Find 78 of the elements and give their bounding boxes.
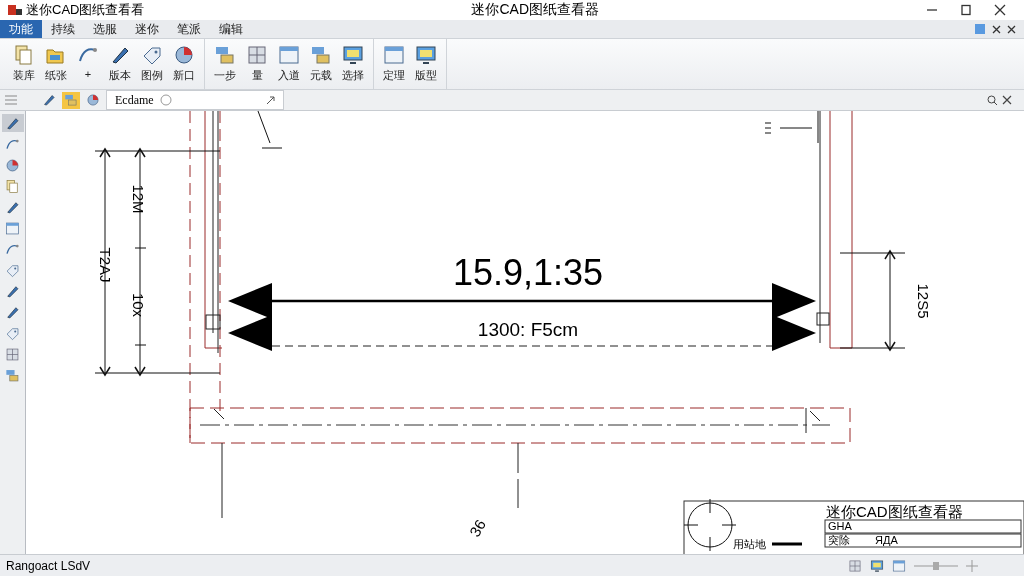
menu-tab[interactable]: 持续 [42, 20, 84, 38]
ribbon-button[interactable]: 图例 [138, 41, 166, 87]
document-icon [13, 44, 35, 66]
menu-tab[interactable]: 编辑 [210, 20, 252, 38]
tag-icon [141, 44, 163, 66]
ribbon-button[interactable]: 一步 [211, 41, 239, 87]
window-icon [383, 44, 405, 66]
pencil-icon [5, 115, 20, 131]
dimension-text: 15.9,1:35 [452, 252, 604, 293]
zoom-slider-icon[interactable] [914, 560, 958, 571]
close-icon[interactable] [1002, 95, 1012, 105]
grid-icon [848, 558, 862, 573]
ribbon-button[interactable]: 版本 [106, 41, 134, 87]
dimension-text: 10x [130, 292, 147, 318]
window-icon [5, 220, 20, 236]
title-block-title: 迷你CAD图纸查看器 [826, 503, 963, 520]
tag-icon [5, 262, 20, 278]
monitor-icon [342, 44, 364, 66]
menu-tab[interactable]: 功能 [0, 20, 42, 38]
monitor-icon [415, 44, 437, 66]
layers-icon [214, 44, 236, 66]
close-icon[interactable] [1007, 24, 1016, 34]
maximize-icon[interactable] [960, 4, 972, 16]
document-icon [5, 178, 20, 194]
menu-tab[interactable]: 迷你 [126, 20, 168, 38]
window-icon [278, 44, 300, 66]
tool-button[interactable] [84, 91, 102, 109]
monitor-icon [870, 558, 884, 573]
tool-button[interactable] [1, 114, 24, 132]
window-title: 迷你CAD图纸查看看 [26, 1, 145, 19]
window-icon[interactable] [974, 23, 986, 35]
status-text: Rangoact LSdV [6, 558, 91, 573]
circle-icon [159, 94, 172, 106]
disc-icon [5, 157, 20, 173]
ribbon-button[interactable]: 元载 [307, 41, 335, 87]
app-logo-icon [8, 3, 22, 17]
ribbon-button[interactable]: 量 [243, 41, 271, 87]
scale-bar [772, 542, 802, 546]
close-icon[interactable] [994, 4, 1006, 16]
ribbon-button[interactable]: + [74, 41, 102, 87]
ribbon-button[interactable]: 新口 [170, 41, 198, 87]
window-title: 迷你CAD图纸查看器 [471, 1, 599, 19]
dimension-text: 1300: F5cm [477, 319, 579, 340]
cell-label: GHA [828, 520, 852, 532]
ribbon-button[interactable]: 选择 [339, 41, 367, 87]
pencil-icon [5, 283, 20, 299]
layers-icon [310, 44, 332, 66]
pencil-icon [42, 93, 56, 107]
pencil-icon [5, 304, 20, 320]
grid-icon [5, 346, 20, 362]
note-text: 36 [465, 516, 489, 540]
disc-icon [86, 93, 100, 107]
pin-icon[interactable] [266, 95, 275, 105]
grid-icon [246, 44, 268, 66]
menu-tab[interactable]: 笔派 [168, 20, 210, 38]
center-line [517, 442, 519, 509]
pencil-icon [5, 199, 20, 215]
scale-label: 用站地 [733, 538, 766, 550]
ribbon-button[interactable]: 版型 [412, 41, 440, 87]
disc-icon [173, 44, 195, 66]
cell-value: ЯДА [875, 534, 898, 546]
search-icon[interactable] [987, 94, 998, 106]
tool-button[interactable] [62, 91, 80, 109]
layers-icon [64, 93, 78, 107]
tag-icon [5, 325, 20, 341]
ribbon-button[interactable]: 纸张 [42, 41, 70, 87]
ribbon-button[interactable]: 入道 [275, 41, 303, 87]
ribbon-button[interactable]: 定理 [380, 41, 408, 87]
dimension-text: T2AJ [97, 247, 114, 283]
ribbon-button[interactable]: 装库 [10, 41, 38, 87]
window-icon [892, 558, 906, 573]
close-icon[interactable] [992, 24, 1001, 34]
layers-icon [5, 367, 20, 383]
cell-label: 突除 [828, 534, 850, 546]
document-tab[interactable]: Ecdame [106, 90, 284, 110]
dimension-text: 12S5 [915, 283, 932, 319]
dimension-text: 12M [130, 184, 147, 214]
menu-tab[interactable]: 选服 [84, 20, 126, 38]
